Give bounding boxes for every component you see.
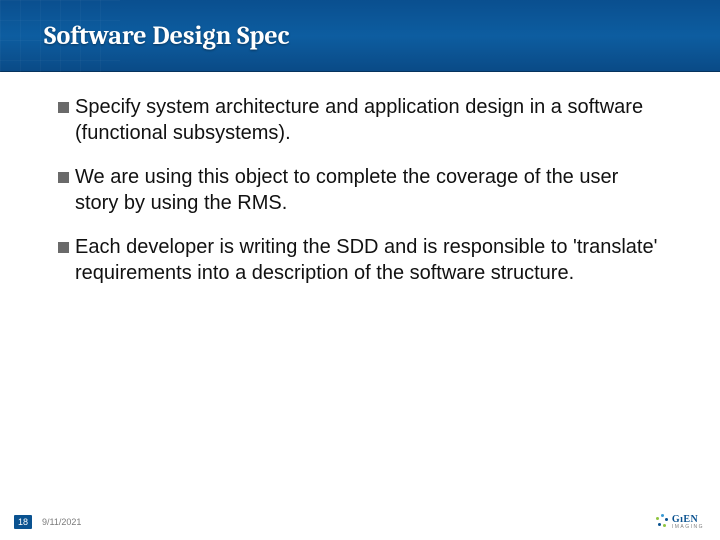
footer: 18 9/11/2021 GıEN IMAGING [0, 504, 720, 540]
slide-title: Software Design Spec [44, 21, 289, 51]
logo-brand: GıEN [672, 515, 704, 525]
square-bullet-icon [58, 172, 69, 183]
logo-brand-right: EN [683, 514, 698, 525]
bullet-item: Each developer is writing the SDD and is… [58, 234, 666, 286]
logo-subtext: IMAGING [672, 525, 704, 530]
title-bar: Software Design Spec [0, 0, 720, 72]
bullet-text: Specify system architecture and applicat… [75, 94, 666, 146]
square-bullet-icon [58, 102, 69, 113]
bullet-text: Each developer is writing the SDD and is… [75, 234, 666, 286]
bullet-text: We are using this object to complete the… [75, 164, 666, 216]
bullet-item: Specify system architecture and applicat… [58, 94, 666, 146]
slide: Software Design Spec Specify system arch… [0, 0, 720, 540]
slide-body: Specify system architecture and applicat… [0, 72, 720, 286]
logo-brand-left: Gı [672, 514, 684, 525]
slide-number-badge: 18 [14, 515, 32, 529]
logo-dots-icon [656, 514, 668, 530]
footer-date: 9/11/2021 [42, 517, 81, 527]
brand-logo: GıEN IMAGING [656, 514, 704, 530]
logo-text: GıEN IMAGING [672, 515, 704, 530]
square-bullet-icon [58, 242, 69, 253]
bullet-item: We are using this object to complete the… [58, 164, 666, 216]
